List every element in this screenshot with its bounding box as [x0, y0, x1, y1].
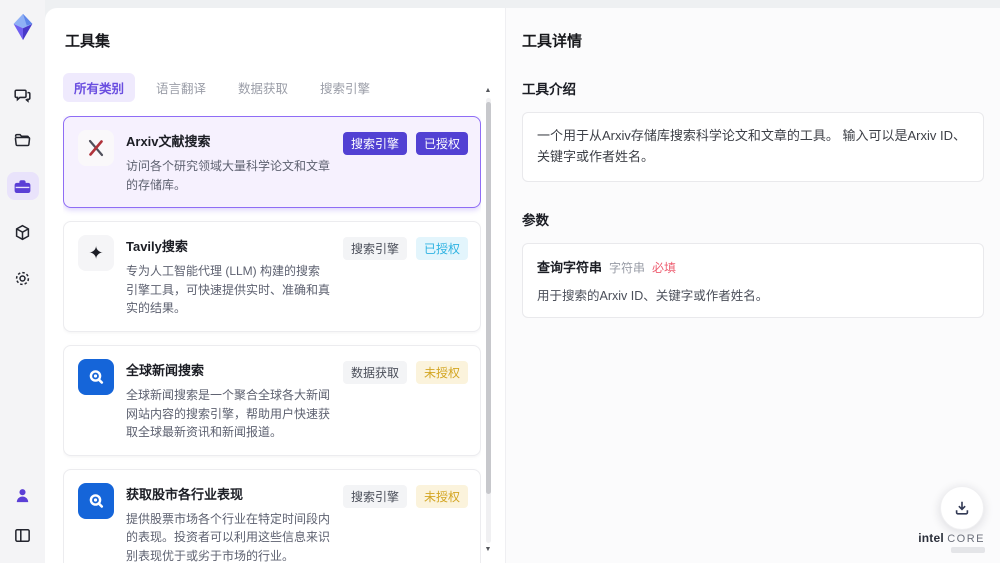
tool-category-tag: 搜索引擎: [342, 237, 407, 261]
tool-auth-badge: 未授权: [415, 360, 468, 384]
tab-搜索引擎[interactable]: 搜索引擎: [309, 73, 381, 102]
arxiv-logo-icon: [78, 130, 114, 166]
param-name: 查询字符串: [537, 259, 603, 275]
tool-category-tag: 搜索引擎: [342, 132, 407, 155]
tool-list: Arxiv文献搜索 访问各个研究领域大量科学论文和文章的存储库。 搜索引擎 已授权…: [63, 116, 481, 563]
param-required-badge: 必填: [652, 260, 677, 275]
main-content: 工具集 所有类别 语言翻译 数据获取 搜索引擎 Arxiv文献搜索 访问各个研究领域大…: [45, 8, 1000, 563]
sidebar-bottom: [7, 481, 39, 549]
sidebar-item-settings[interactable]: [7, 264, 39, 292]
folder-icon: [14, 133, 31, 146]
tool-auth-badge: 未授权: [415, 484, 468, 508]
app-window: 工具集 所有类别 语言翻译 数据获取 搜索引擎 Arxiv文献搜索 访问各个研究领域大…: [0, 0, 1000, 563]
cube-icon: [15, 224, 30, 240]
user-icon: [16, 488, 29, 502]
tool-name: Arxiv文献搜索: [126, 134, 211, 149]
tool-auth-badge: 已授权: [415, 237, 468, 261]
param-description: 用于搜索的Arxiv ID、关键字或作者姓名。: [537, 288, 769, 303]
tab-active-所有类别[interactable]: 所有类别: [63, 73, 136, 102]
intro-heading: 工具介绍: [522, 82, 576, 97]
scrollbar-thumb[interactable]: [485, 102, 491, 494]
sidebar-item-toolbox[interactable]: [6, 172, 39, 200]
brand-core-label: CORE: [947, 532, 985, 545]
brand-intel-label: intel: [918, 530, 944, 545]
tool-description: 专为人工智能代理 (LLM) 构建的搜索引擎工具，可快速提供实时、准确和真实的结…: [126, 264, 331, 316]
tool-category-tag: 数据获取: [342, 360, 407, 384]
sidebar: [0, 0, 45, 563]
param-header: 查询字符串 字符串 必填: [537, 257, 969, 276]
tool-card[interactable]: ✦ Tavily搜索 专为人工智能代理 (LLM) 构建的搜索引擎工具，可快速提…: [63, 221, 481, 332]
sidebar-item-user[interactable]: [7, 481, 39, 509]
tool-name: Tavily搜索: [126, 239, 188, 255]
tab-数据获取[interactable]: 数据获取: [227, 73, 299, 102]
app-logo-icon: [13, 13, 32, 41]
intro-box: 一个用于从Arxiv存储库搜索科学论文和文章的工具。 输入可以是Arxiv ID…: [522, 112, 984, 182]
param-type: 字符串: [609, 260, 646, 275]
list-scrollbar[interactable]: ▲ ▼: [483, 86, 493, 555]
tool-card[interactable]: 全球新闻搜索 全球新闻搜索是一个聚合全球各大新闻网站内容的搜索引擎，帮助用户快速…: [63, 344, 481, 456]
chat-icon: [14, 88, 31, 103]
category-tabs: 所有类别 语言翻译 数据获取 搜索引擎: [63, 73, 505, 102]
blue-search-icon: [78, 358, 114, 395]
tool-tags: 搜索引擎 已授权: [342, 235, 468, 318]
download-button[interactable]: [940, 486, 984, 530]
params-heading: 参数: [522, 212, 549, 228]
download-icon: [955, 501, 969, 515]
tool-card[interactable]: Arxiv文献搜索 访问各个研究领域大量科学论文和文章的存储库。 搜索引擎 已授权: [63, 116, 481, 209]
sidebar-item-panel-toggle[interactable]: [7, 521, 39, 549]
tool-list-pane: 工具集 所有类别 语言翻译 数据获取 搜索引擎 Arxiv文献搜索 访问各个研究领域大…: [45, 8, 505, 563]
tool-description: 访问各个研究领域大量科学论文和文章的存储库。: [126, 159, 331, 192]
scroll-up-icon[interactable]: ▲: [485, 86, 492, 96]
brand-subtext: [951, 547, 985, 553]
tool-category-tag: 搜索引擎: [342, 484, 407, 508]
detail-title: 工具详情: [522, 33, 583, 50]
sidebar-item-packages[interactable]: [7, 218, 39, 246]
toolbox-icon: [14, 179, 31, 193]
sparkle-icon: ✦: [78, 235, 114, 272]
sidebar-nav: [6, 80, 39, 292]
gear-icon: [15, 271, 30, 285]
tool-description: 全球新闻搜索是一个聚合全球各大新闻网站内容的搜索引擎，帮助用户快速获取全球最新资…: [126, 387, 331, 440]
page-title: 工具集: [65, 33, 111, 50]
tab-语言翻译[interactable]: 语言翻译: [145, 73, 217, 102]
sidebar-item-folder[interactable]: [7, 126, 39, 154]
tool-auth-badge: 已授权: [415, 132, 468, 155]
tool-name: 全球新闻搜索: [126, 362, 205, 378]
tool-tags: 搜索引擎 已授权: [342, 130, 468, 194]
intel-core-brand: intel CORE: [918, 530, 985, 553]
scrollbar-track[interactable]: [485, 98, 491, 543]
intro-text: 一个用于从Arxiv存储库搜索科学论文和文章的工具。 输入可以是Arxiv ID…: [537, 128, 967, 164]
blue-search-icon: [78, 482, 114, 519]
panel-icon: [15, 528, 30, 542]
tool-card[interactable]: 获取股市各行业表现 提供股票市场各个行业在特定时间段内的表现。投资者可以利用这些…: [63, 468, 481, 563]
tool-tags: 搜索引擎 未授权: [342, 483, 468, 563]
tool-detail-pane: 工具详情 工具介绍 一个用于从Arxiv存储库搜索科学论文和文章的工具。 输入可…: [505, 8, 1000, 563]
tool-name: 获取股市各行业表现: [126, 486, 244, 502]
sidebar-item-chat[interactable]: [7, 80, 39, 108]
param-box: 查询字符串 字符串 必填 用于搜索的Arxiv ID、关键字或作者姓名。: [522, 242, 984, 318]
tool-tags: 数据获取 未授权: [342, 359, 468, 442]
scroll-down-icon[interactable]: ▼: [485, 545, 492, 555]
tool-description: 提供股票市场各个行业在特定时间段内的表现。投资者可以利用这些信息来识别表现优于或…: [126, 511, 331, 563]
